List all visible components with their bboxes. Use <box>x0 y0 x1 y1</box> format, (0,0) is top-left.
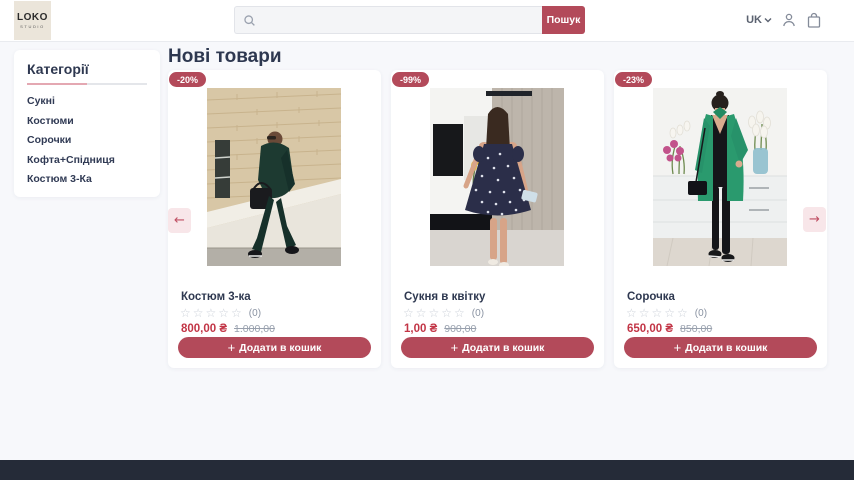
sidebar-item-kostyumy[interactable]: Костюми <box>27 116 147 127</box>
sidebar-item-sorochky[interactable]: Сорочки <box>27 135 147 146</box>
search-bar: Пошук <box>234 6 585 34</box>
search-box[interactable] <box>234 6 542 34</box>
product-rating: ☆☆☆☆☆ (0) <box>626 307 707 319</box>
cart-button[interactable] <box>806 12 822 29</box>
arrow-right-icon: → <box>809 212 820 227</box>
product-grid: -20% <box>168 70 827 368</box>
search-input[interactable] <box>262 14 534 26</box>
product-card: -20% <box>168 70 381 368</box>
rating-count: (0) <box>695 308 707 319</box>
discount-badge: -99% <box>392 72 429 87</box>
logo-title: LOKO <box>17 12 48 23</box>
product-image[interactable] <box>653 88 787 266</box>
product-card: -23% <box>614 70 827 368</box>
product-name[interactable]: Костюм 3-ка <box>181 291 251 303</box>
categories-title: Категорії <box>27 61 147 77</box>
carousel-next-button[interactable]: → <box>803 207 826 232</box>
sidebar-item-kofta-spidnytsia[interactable]: Кофта+Спідниця <box>27 155 147 166</box>
product-rating: ☆☆☆☆☆ (0) <box>403 307 484 319</box>
shopping-bag-icon <box>806 12 822 29</box>
add-to-cart-label: Додати в кошик <box>685 342 767 354</box>
person-icon <box>781 12 797 28</box>
old-price: 850,00 <box>680 323 712 335</box>
header-actions: UK <box>746 10 822 30</box>
carousel-prev-button[interactable]: ← <box>168 208 191 233</box>
arrow-left-icon: ← <box>174 213 185 228</box>
add-to-cart-button[interactable]: + Додати в кошик <box>401 337 594 358</box>
footer <box>0 460 854 480</box>
header: LOKO STUDIO Пошук UK <box>0 0 854 42</box>
current-price: 1,00 ₴ <box>404 323 437 335</box>
star-rating-icons: ☆☆☆☆☆ <box>403 307 467 319</box>
plus-icon: + <box>674 341 682 354</box>
search-button[interactable]: Пошук <box>542 6 585 34</box>
product-price-row: 650,00 ₴ 850,00 <box>627 323 712 335</box>
product-card: -99% <box>391 70 604 368</box>
product-image[interactable] <box>207 88 341 266</box>
add-to-cart-label: Додати в кошик <box>462 342 544 354</box>
product-price-row: 1,00 ₴ 900,00 <box>404 323 476 335</box>
current-price: 650,00 ₴ <box>627 323 673 335</box>
search-icon <box>243 14 256 27</box>
product-name[interactable]: Сукня в квітку <box>404 291 485 303</box>
product-rating: ☆☆☆☆☆ (0) <box>180 307 261 319</box>
sidebar-item-sukni[interactable]: Сукні <box>27 96 147 107</box>
categories-panel: Категорії Сукні Костюми Сорочки Кофта+Сп… <box>14 50 160 197</box>
language-label: UK <box>746 14 762 26</box>
chevron-down-icon <box>764 17 772 23</box>
account-button[interactable] <box>781 12 797 28</box>
add-to-cart-button[interactable]: + Додати в кошик <box>624 337 817 358</box>
language-switcher[interactable]: UK <box>746 14 772 26</box>
current-price: 800,00 ₴ <box>181 323 227 335</box>
sidebar-item-kostyum-3ka[interactable]: Костюм 3-Ка <box>27 174 147 185</box>
star-rating-icons: ☆☆☆☆☆ <box>180 307 244 319</box>
product-name[interactable]: Сорочка <box>627 291 675 303</box>
categories-list: Сукні Костюми Сорочки Кофта+Спідниця Кос… <box>27 96 147 185</box>
product-image[interactable] <box>430 88 564 266</box>
add-to-cart-button[interactable]: + Додати в кошик <box>178 337 371 358</box>
product-price-row: 800,00 ₴ 1.000,00 <box>181 323 275 335</box>
plus-icon: + <box>451 341 459 354</box>
logo-subtitle: STUDIO <box>20 24 45 29</box>
page-title: Нові товари <box>168 46 282 68</box>
add-to-cart-label: Додати в кошик <box>239 342 321 354</box>
rating-count: (0) <box>472 308 484 319</box>
discount-badge: -23% <box>615 72 652 87</box>
tracksuit-street-photo <box>207 88 341 266</box>
logo[interactable]: LOKO STUDIO <box>14 1 51 40</box>
old-price: 900,00 <box>444 323 476 335</box>
star-rating-icons: ☆☆☆☆☆ <box>626 307 690 319</box>
discount-badge: -20% <box>169 72 206 87</box>
categories-divider <box>27 83 147 85</box>
plus-icon: + <box>228 341 236 354</box>
old-price: 1.000,00 <box>234 323 275 335</box>
green-shirt-kitchen-photo <box>653 88 787 266</box>
rating-count: (0) <box>249 308 261 319</box>
floral-dress-interior-photo <box>430 88 564 266</box>
